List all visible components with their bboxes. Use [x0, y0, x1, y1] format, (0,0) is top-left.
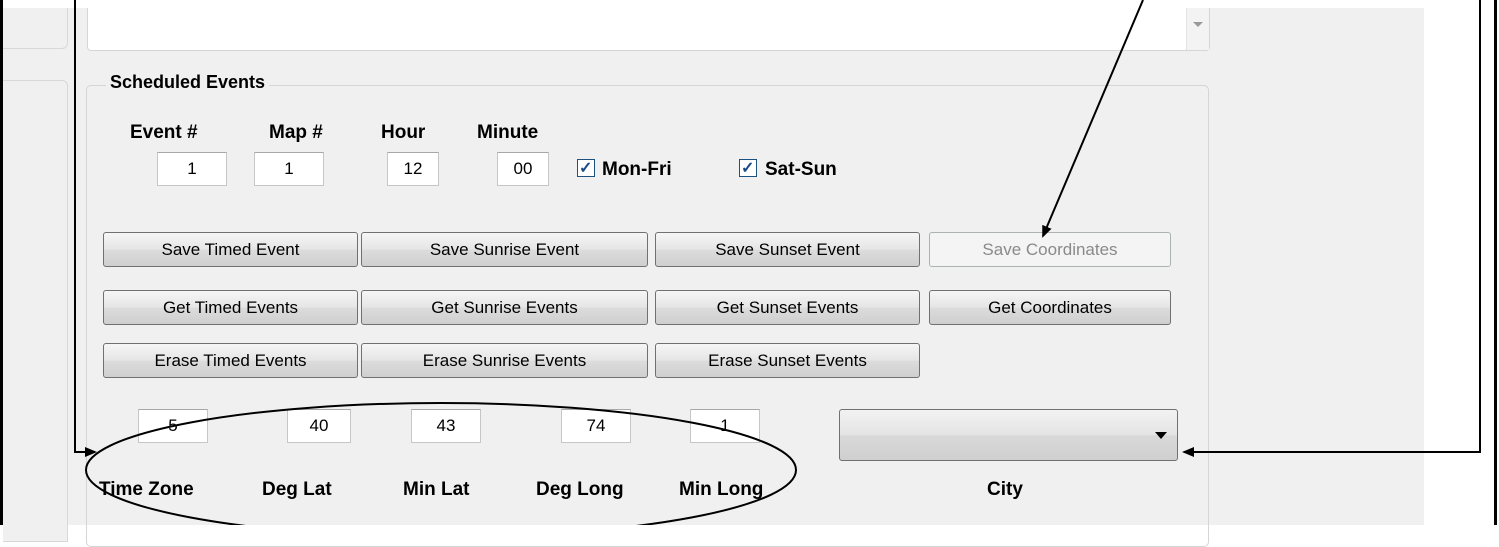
annotation-arrow-diagonal: [1042, 0, 1144, 238]
annotation-arrow-right: [1182, 0, 1481, 457]
annotation-arrow-left: [74, 0, 97, 457]
annotation-ellipse: [85, 402, 797, 525]
annotation-overlay: [74, 0, 1481, 525]
